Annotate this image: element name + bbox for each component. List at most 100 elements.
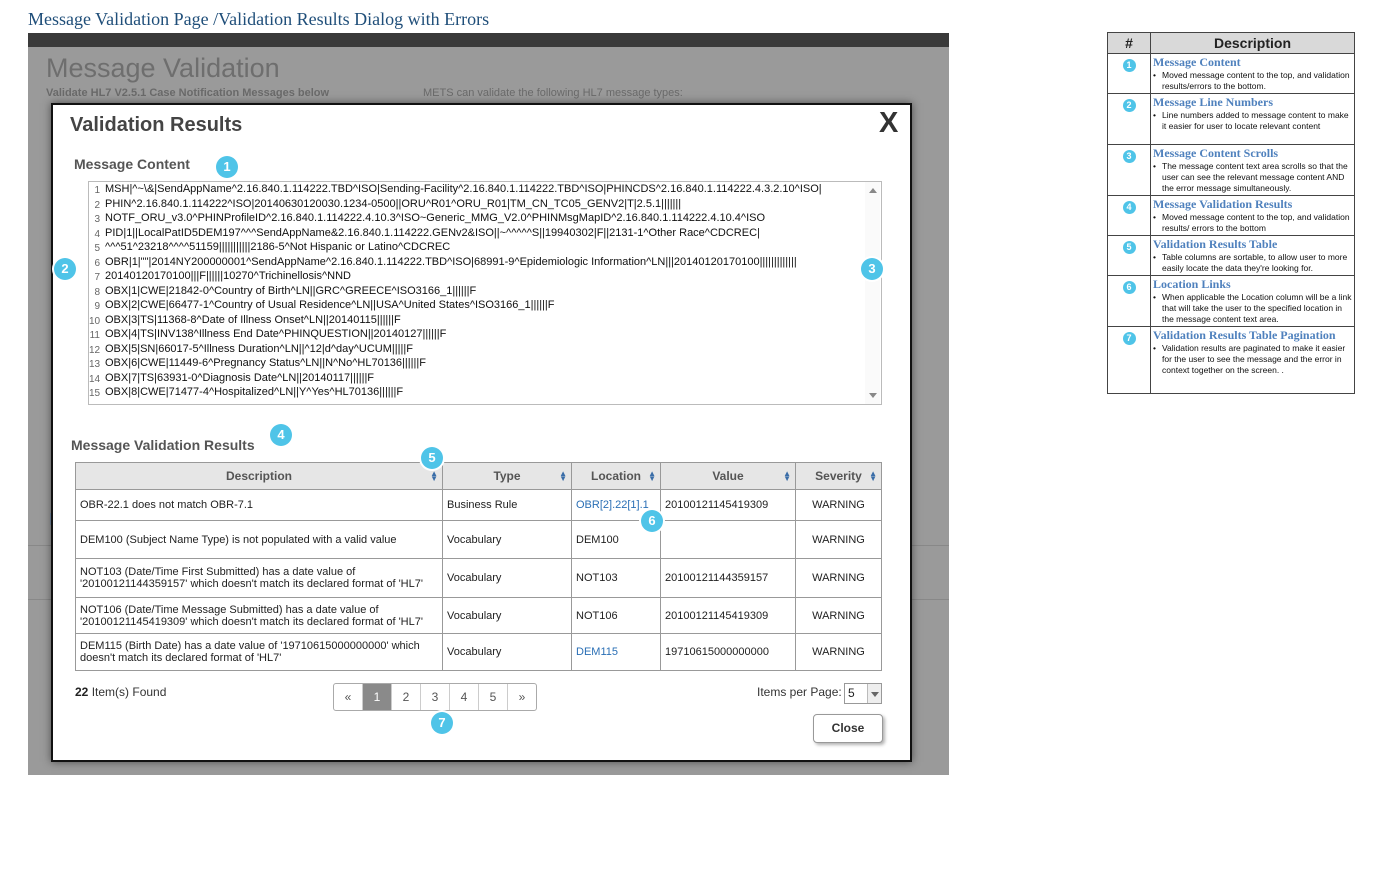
legend-header-description: Description — [1150, 32, 1355, 54]
legend-description-cell: Message Line NumbersLine numbers added t… — [1150, 93, 1355, 145]
cell-description: OBR-22.1 does not match OBR-7.1 — [75, 489, 443, 521]
background-heading: Message Validation — [46, 53, 280, 83]
line-text: OBX|1|CWE|21842-0^Country of Birth^LN||G… — [105, 284, 477, 297]
legend-row: 1 Message ContentMoved message content to… — [1107, 53, 1355, 94]
page-button-4[interactable]: 4 — [450, 684, 479, 710]
scroll-down-icon[interactable] — [869, 393, 877, 398]
page-button-5[interactable]: 5 — [479, 684, 508, 710]
cell-description: DEM100 (Subject Name Type) is not popula… — [75, 520, 443, 559]
cell-description: DEM115 (Birth Date) has a date value of … — [75, 633, 443, 671]
legend-number-cell: 3 — [1107, 144, 1151, 196]
line-text: OBX|7|TS|63931-0^Diagnosis Date^LN||2014… — [105, 371, 375, 384]
column-header-type[interactable]: Type ▲ ▼ — [442, 462, 572, 490]
column-header-label: Type — [493, 469, 521, 483]
close-button[interactable]: Close — [813, 714, 883, 743]
cell-location: DEM115 — [571, 633, 661, 671]
page-button-3[interactable]: 3 — [421, 684, 450, 710]
scroll-up-icon[interactable] — [869, 188, 877, 193]
background-top-bar — [28, 33, 949, 47]
legend-badge: 3 — [1122, 150, 1136, 163]
legend-description-cell: Message Validation ResultsMoved message … — [1150, 195, 1355, 236]
callout-badge: 2 — [54, 258, 76, 280]
legend-number-cell: 5 — [1107, 235, 1151, 276]
next-page-button[interactable]: » — [508, 684, 536, 710]
column-header-label: Severity — [815, 469, 862, 483]
line-text: PHIN^2.16.840.1.114222^ISO|2014063012003… — [105, 197, 682, 210]
line-number: 13 — [89, 359, 101, 370]
items-per-page-label: Items per Page: — [757, 685, 842, 699]
line-number: 9 — [94, 301, 100, 312]
callout-badge: 7 — [431, 712, 453, 734]
legend-title: Location Links — [1153, 277, 1231, 291]
type-text: Vocabulary — [447, 572, 502, 584]
legend-title: Validation Results Table Pagination — [1153, 328, 1336, 342]
callout-badge: 5 — [421, 447, 443, 469]
items-per-page-select[interactable]: 5 — [844, 683, 882, 704]
type-text: Vocabulary — [447, 646, 502, 658]
location-text: DEM100 — [576, 533, 619, 546]
column-header-description[interactable]: Description ▲ ▼ — [75, 462, 443, 490]
legend-number-cell: 4 — [1107, 195, 1151, 236]
prev-page-button[interactable]: « — [334, 684, 363, 710]
severity-text: WARNING — [812, 533, 865, 546]
column-header-value[interactable]: Value ▲ ▼ — [660, 462, 796, 490]
items-found: 22 Item(s) Found — [75, 685, 166, 699]
sort-icon[interactable]: ▲ ▼ — [430, 470, 438, 483]
table-row: DEM115 (Birth Date) has a date value of … — [75, 633, 882, 671]
legend-description: Line numbers added to message content to… — [1153, 110, 1352, 132]
severity-text: WARNING — [812, 572, 865, 584]
legend-number-cell: 7 — [1107, 326, 1151, 394]
legend-description: Moved message content to the top, and va… — [1153, 212, 1352, 234]
cell-type: Vocabulary — [442, 633, 572, 671]
line-text: OBX|2|CWE|66477-1^Country of Usual Resid… — [105, 299, 555, 311]
legend-title: Message Content Scrolls — [1153, 146, 1279, 160]
legend-badge: 5 — [1122, 241, 1136, 254]
column-header-label: Description — [225, 469, 292, 483]
legend-description: The message content text area scrolls so… — [1153, 161, 1352, 194]
severity-text: WARNING — [812, 609, 865, 622]
location-link[interactable]: OBR[2].22[1].1 — [576, 499, 649, 511]
chevron-down-icon[interactable] — [867, 684, 881, 703]
sort-icon[interactable]: ▲ ▼ — [869, 470, 877, 483]
line-text: MSH|^~\&|SendAppName^2.16.840.1.114222.T… — [105, 183, 822, 195]
legend-title: Message Validation Results — [1153, 197, 1293, 211]
cell-type: Vocabulary — [442, 520, 572, 559]
legend-badge: 7 — [1122, 332, 1136, 345]
column-header-label: Location — [591, 469, 641, 483]
line-number: 6 — [94, 257, 100, 269]
legend-number-cell: 6 — [1107, 275, 1151, 327]
line-text: PID|1||LocalPatID5DEM197^^^SendAppName&2… — [105, 226, 760, 239]
cell-description: NOT106 (Date/Time Message Submitted) has… — [75, 597, 443, 634]
callout-badge: 1 — [216, 156, 238, 178]
legend-description-cell: Validation Results Table PaginationValid… — [1150, 326, 1355, 394]
legend-description: Validation results are paginated to make… — [1153, 343, 1352, 376]
location-text: NOT106 — [576, 609, 618, 622]
column-header-severity[interactable]: Severity ▲ ▼ — [795, 462, 882, 490]
legend-title: Validation Results Table — [1153, 237, 1278, 251]
legend-number-cell: 2 — [1107, 93, 1151, 145]
sort-icon[interactable]: ▲ ▼ — [783, 470, 791, 483]
legend-row: 4 Message Validation ResultsMoved message… — [1107, 195, 1355, 236]
close-icon[interactable]: X — [879, 107, 898, 140]
page-button-1[interactable]: 1 — [363, 684, 392, 710]
page-button-2[interactable]: 2 — [392, 684, 421, 710]
legend-row: 5 Validation Results TableTable columns a… — [1107, 235, 1355, 276]
table-row: NOT103 (Date/Time First Submitted) has a… — [75, 558, 882, 598]
sort-icon[interactable]: ▲ ▼ — [559, 470, 567, 483]
legend-description: Table columns are sortable, to allow use… — [1153, 252, 1352, 274]
legend-description: When applicable the Location column will… — [1153, 292, 1352, 325]
line-number: 8 — [94, 286, 100, 298]
location-link[interactable]: DEM115 — [576, 646, 618, 658]
column-header-label: Value — [712, 469, 744, 483]
column-header-location[interactable]: Location ▲ ▼ — [571, 462, 661, 490]
line-number: 4 — [94, 228, 100, 240]
legend-row: 2 Message Line NumbersLine numbers added … — [1107, 93, 1355, 145]
pagination: «1 2 3 4 5» — [333, 683, 537, 711]
sort-icon[interactable]: ▲ ▼ — [648, 470, 656, 483]
value-text: 20100121145419309 — [665, 609, 769, 622]
description-text: OBR-22.1 does not match OBR-7.1 — [80, 499, 254, 511]
line-text: OBX|8|CWE|71477-4^Hospitalized^LN||Y^Yes… — [105, 386, 404, 398]
legend-description: Moved message content to the top, and va… — [1153, 70, 1352, 92]
cell-location: NOT103 — [571, 558, 661, 598]
message-scrollbar[interactable] — [865, 182, 880, 404]
